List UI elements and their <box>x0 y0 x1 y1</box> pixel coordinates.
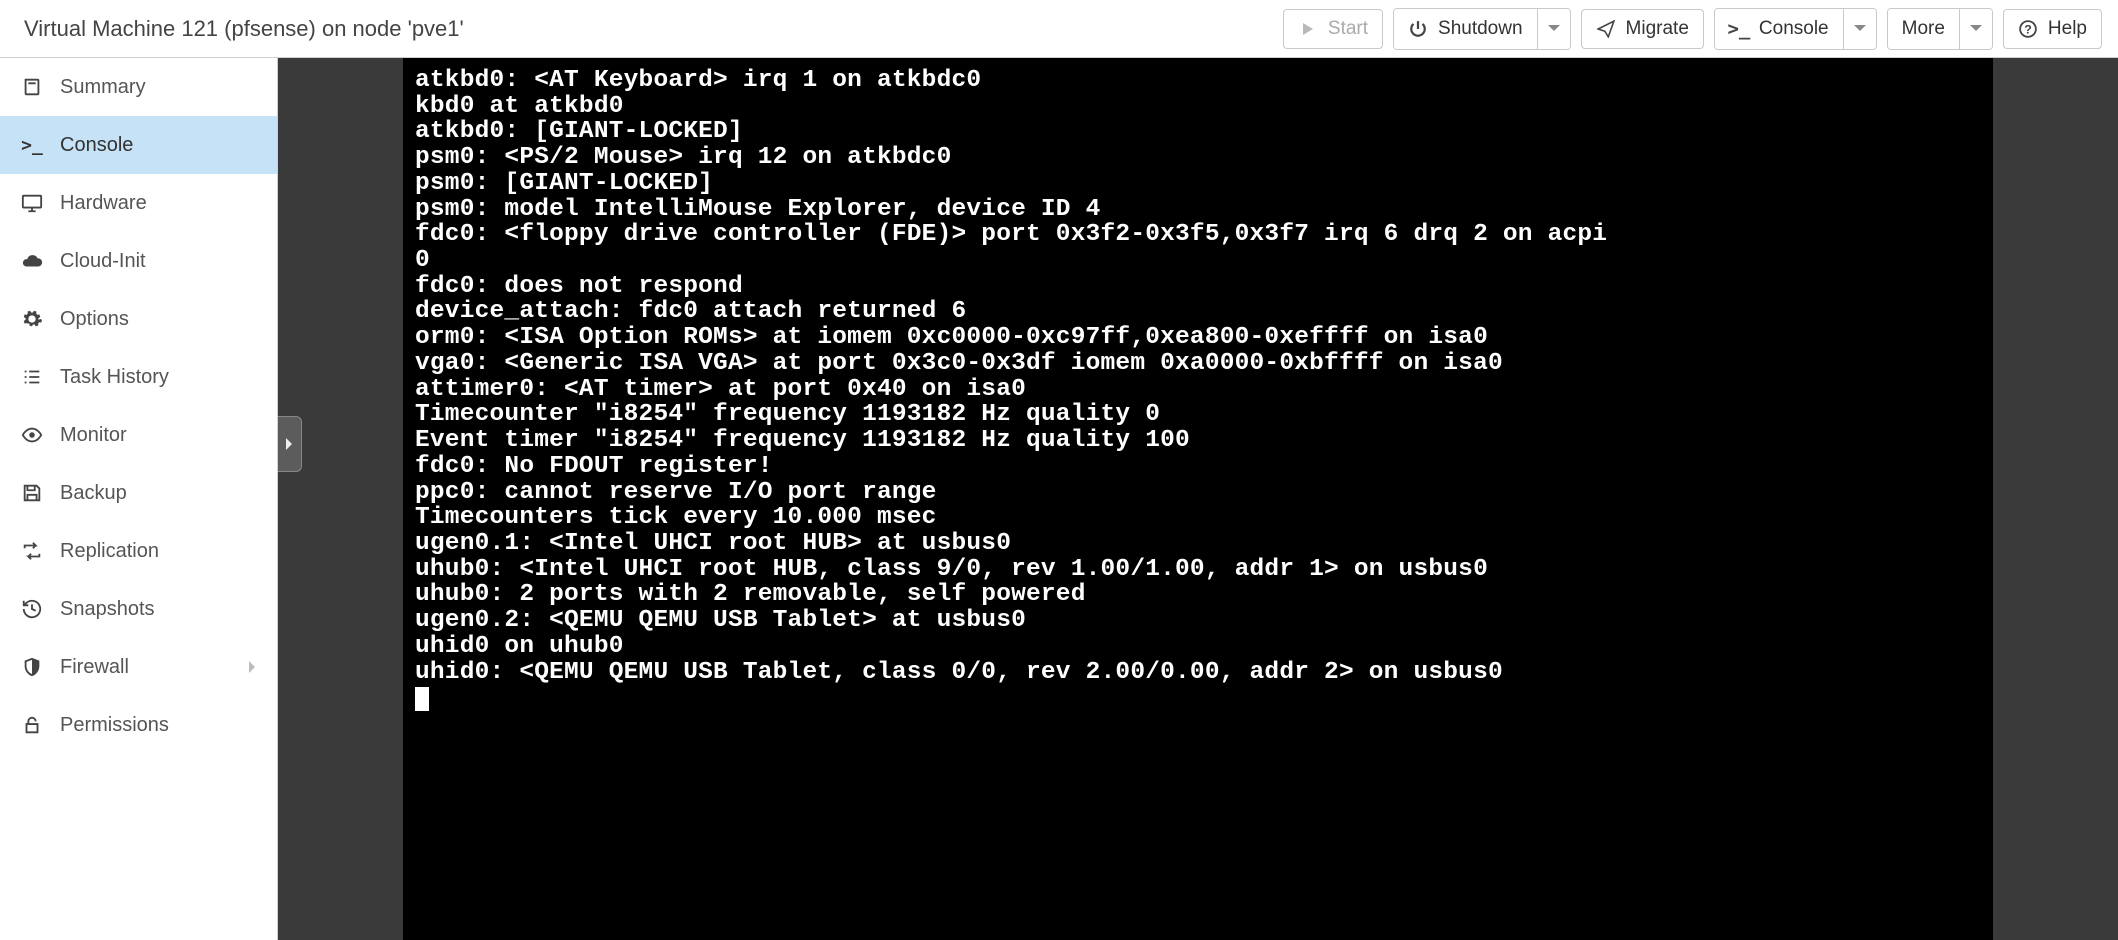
more-button-group: More <box>1887 8 1993 50</box>
sidebar-item-hardware[interactable]: Hardware <box>0 174 277 232</box>
book-icon <box>20 75 44 99</box>
power-icon <box>1408 19 1428 39</box>
save-icon <box>20 481 44 505</box>
play-icon <box>1298 19 1318 39</box>
vm-header: Virtual Machine 121 (pfsense) on node 'p… <box>0 0 2118 58</box>
help-button[interactable]: ? Help <box>2003 9 2102 49</box>
migrate-button-label: Migrate <box>1626 18 1689 40</box>
sidebar-item-label: Monitor <box>60 424 127 447</box>
sidebar-item-label: Permissions <box>60 714 169 737</box>
sidebar-item-label: Snapshots <box>60 598 155 621</box>
history-icon <box>20 597 44 621</box>
caret-right-icon <box>286 438 294 450</box>
page-title: Virtual Machine 121 (pfsense) on node 'p… <box>24 16 464 42</box>
help-button-label: Help <box>2048 18 2087 40</box>
console-button[interactable]: >_ Console <box>1715 9 1843 49</box>
sidebar-item-permissions[interactable]: Permissions <box>0 696 277 754</box>
start-button[interactable]: Start <box>1283 9 1383 49</box>
sidebar-item-cloud-init[interactable]: Cloud-Init <box>0 232 277 290</box>
sidebar-item-task-history[interactable]: Task History <box>0 348 277 406</box>
sidebar-item-monitor[interactable]: Monitor <box>0 406 277 464</box>
sidebar-item-summary[interactable]: Summary <box>0 58 277 116</box>
sidebar-item-snapshots[interactable]: Snapshots <box>0 580 277 638</box>
sidebar-toggle-tab[interactable] <box>278 416 302 472</box>
sidebar-item-label: Summary <box>60 76 146 99</box>
content-area: atkbd0: <AT Keyboard> irq 1 on atkbdc0 k… <box>278 58 2118 940</box>
console-caret[interactable] <box>1843 9 1876 49</box>
sidebar-item-label: Hardware <box>60 192 147 215</box>
paper-plane-icon <box>1596 19 1616 39</box>
sidebar-item-label: Replication <box>60 540 159 563</box>
sidebar-item-label: Options <box>60 308 129 331</box>
svg-text:?: ? <box>2024 22 2032 36</box>
gear-icon <box>20 307 44 331</box>
terminal-icon: >_ <box>1729 19 1749 39</box>
eye-icon <box>20 423 44 447</box>
shield-icon <box>20 655 44 679</box>
help-icon: ? <box>2018 19 2038 39</box>
sidebar-item-label: Task History <box>60 366 169 389</box>
cloud-icon <box>20 249 44 273</box>
shutdown-button[interactable]: Shutdown <box>1394 9 1537 49</box>
terminal-icon: >_ <box>20 133 44 157</box>
sidebar-item-label: Console <box>60 134 133 157</box>
shutdown-button-label: Shutdown <box>1438 18 1523 40</box>
sidebar-item-label: Firewall <box>60 656 129 679</box>
sidebar-item-replication[interactable]: Replication <box>0 522 277 580</box>
migrate-button[interactable]: Migrate <box>1581 9 1704 49</box>
start-button-label: Start <box>1328 18 1368 40</box>
vm-console-terminal[interactable]: atkbd0: <AT Keyboard> irq 1 on atkbdc0 k… <box>403 58 1993 940</box>
sidebar-item-label: Cloud-Init <box>60 250 146 273</box>
monitor-icon <box>20 191 44 215</box>
retweet-icon <box>20 539 44 563</box>
unlock-icon <box>20 713 44 737</box>
sidebar-item-console[interactable]: >_ Console <box>0 116 277 174</box>
chevron-right-icon <box>249 661 257 673</box>
header-button-group: Start Shutdown Migrate >_ <box>1283 8 2102 50</box>
sidebar: Summary >_ Console Hardware Cloud-Init O… <box>0 58 278 940</box>
chevron-down-icon <box>1970 25 1982 33</box>
sidebar-item-label: Backup <box>60 482 127 505</box>
shutdown-button-group: Shutdown <box>1393 8 1571 50</box>
sidebar-item-firewall[interactable]: Firewall <box>0 638 277 696</box>
console-button-label: Console <box>1759 18 1829 40</box>
list-icon <box>20 365 44 389</box>
more-button[interactable]: More <box>1888 9 1959 49</box>
sidebar-item-options[interactable]: Options <box>0 290 277 348</box>
console-button-group: >_ Console <box>1714 8 1877 50</box>
main-area: Summary >_ Console Hardware Cloud-Init O… <box>0 58 2118 940</box>
sidebar-item-backup[interactable]: Backup <box>0 464 277 522</box>
shutdown-caret[interactable] <box>1537 9 1570 49</box>
more-button-label: More <box>1902 18 1945 40</box>
chevron-down-icon <box>1854 25 1866 33</box>
more-caret[interactable] <box>1959 9 1992 49</box>
terminal-cursor <box>415 687 429 711</box>
chevron-down-icon <box>1548 25 1560 33</box>
